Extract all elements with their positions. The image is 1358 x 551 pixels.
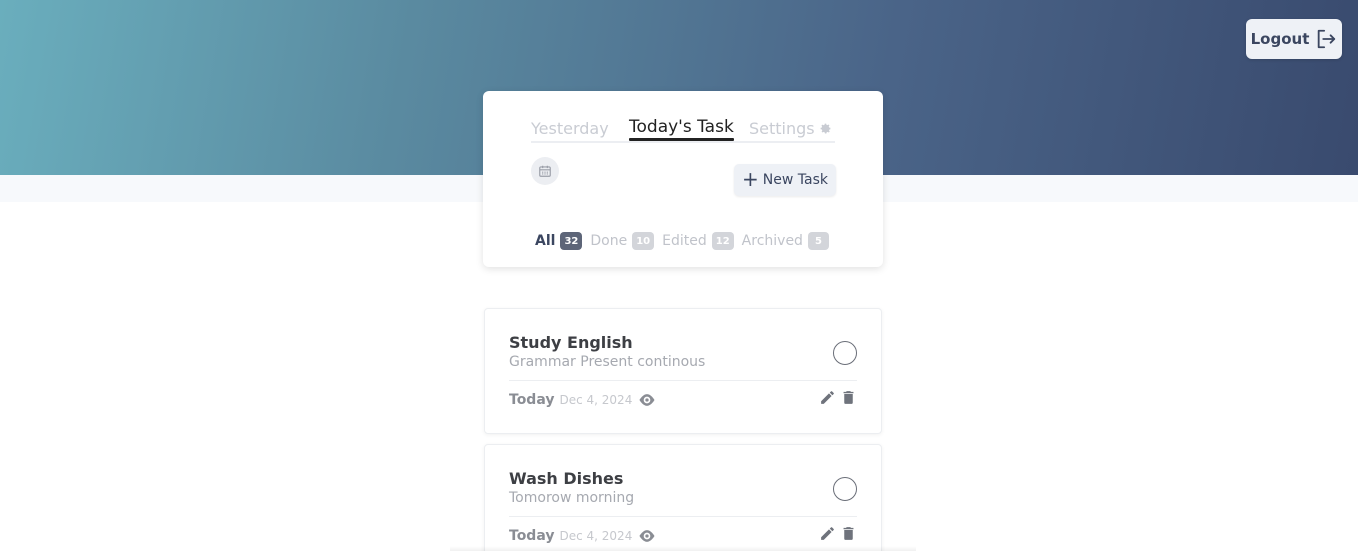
tab-yesterday-label: Yesterday <box>531 119 609 138</box>
filter-edited-count: 12 <box>711 232 734 250</box>
tab-settings[interactable]: Settings <box>749 119 832 138</box>
task-title: Wash Dishes <box>509 469 624 488</box>
filter-archived-count: 5 <box>807 232 829 250</box>
filter-archived[interactable]: Archived 5 <box>742 232 829 250</box>
task-meta: Today Dec 4, 2024 <box>509 526 657 546</box>
task-description: Tomorow morning <box>509 490 635 506</box>
filter-bar: All 32 Done 10 Edited 12 Archived 5 <box>535 231 837 251</box>
eye-icon[interactable] <box>637 390 657 410</box>
task-complete-checkbox[interactable] <box>833 477 857 501</box>
tab-todays-task-label: Today's Task <box>629 117 734 137</box>
new-task-label: New Task <box>762 172 828 188</box>
task-divider <box>509 380 857 381</box>
calendar-icon <box>539 165 551 177</box>
tab-todays-task[interactable]: Today's Task <box>629 117 734 141</box>
filter-edited[interactable]: Edited 12 <box>662 232 734 250</box>
edit-icon[interactable] <box>819 389 836 406</box>
filter-archived-label: Archived <box>741 233 803 249</box>
plus-icon: + <box>742 167 759 191</box>
logout-label: Logout <box>1250 30 1310 48</box>
calendar-button[interactable] <box>531 157 559 185</box>
trash-icon[interactable] <box>840 525 857 542</box>
task-title: Study English <box>509 333 633 352</box>
tab-yesterday[interactable]: Yesterday <box>531 119 609 138</box>
filter-all-label: All <box>535 233 556 249</box>
task-actions <box>819 525 857 542</box>
task-meta: Today Dec 4, 2024 <box>509 390 657 410</box>
task-date: Dec 4, 2024 <box>559 393 633 407</box>
edit-icon[interactable] <box>819 525 836 542</box>
eye-icon[interactable] <box>637 526 657 546</box>
filter-edited-label: Edited <box>662 233 707 249</box>
logout-icon <box>1318 29 1336 49</box>
task-actions <box>819 389 857 406</box>
filter-all-count: 32 <box>560 232 583 250</box>
filter-done-label: Done <box>590 233 628 249</box>
task-date: Dec 4, 2024 <box>559 529 633 543</box>
new-task-button[interactable]: + New Task <box>734 164 836 196</box>
task-description: Grammar Present continous <box>509 354 706 370</box>
task-day: Today <box>509 528 555 544</box>
bottom-edge-shadow <box>450 546 916 551</box>
filter-done[interactable]: Done 10 <box>590 232 655 250</box>
tab-bar: Yesterday Today's Task Settings <box>531 117 835 143</box>
filter-done-count: 10 <box>632 232 655 250</box>
task-card: Wash Dishes Tomorow morning Today Dec 4,… <box>484 444 882 551</box>
trash-icon[interactable] <box>840 389 857 406</box>
task-day: Today <box>509 392 555 408</box>
task-panel: Yesterday Today's Task Settings + New Ta… <box>483 91 883 267</box>
filter-all[interactable]: All 32 <box>535 232 583 250</box>
task-divider <box>509 516 857 517</box>
logout-button[interactable]: Logout <box>1246 19 1342 59</box>
task-complete-checkbox[interactable] <box>833 341 857 365</box>
gear-icon <box>820 123 831 134</box>
task-card: Study English Grammar Present continous … <box>484 308 882 434</box>
tab-settings-label: Settings <box>749 119 815 138</box>
